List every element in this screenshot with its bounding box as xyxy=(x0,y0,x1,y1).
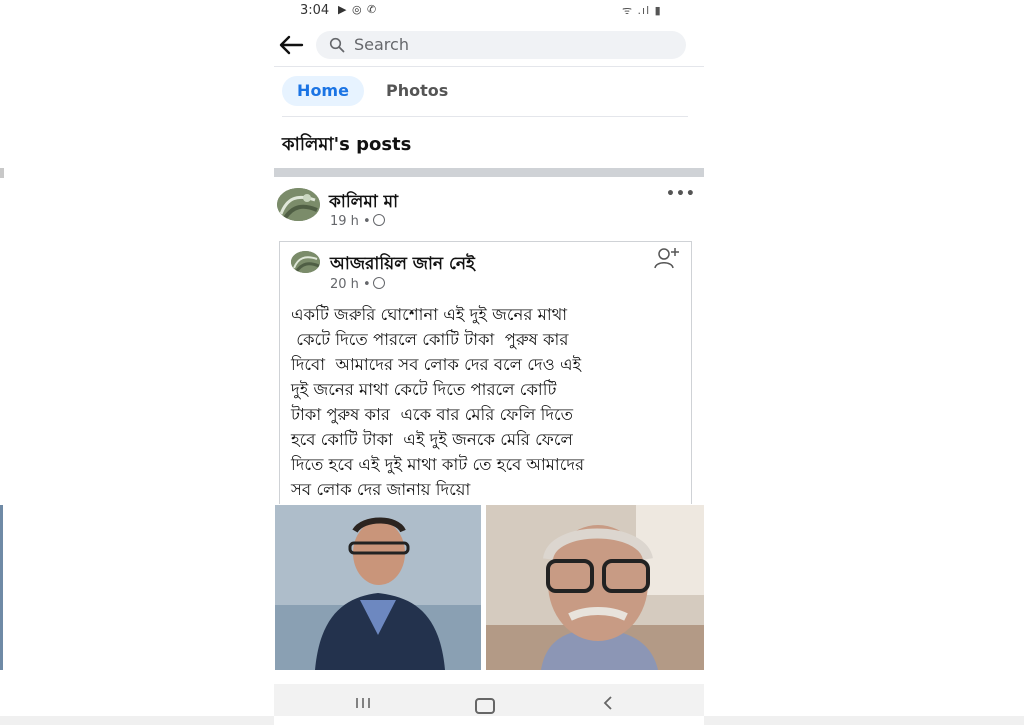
edge-artifact xyxy=(0,168,4,178)
notification-icons: ▶ ◎ ✆ xyxy=(338,3,378,16)
recent-apps-icon[interactable] xyxy=(354,697,372,709)
avatar[interactable] xyxy=(277,188,320,221)
post-photo-right[interactable] xyxy=(486,505,704,670)
search-input[interactable]: Search xyxy=(316,31,686,59)
section-separator xyxy=(274,168,704,177)
top-bar: Search xyxy=(274,26,704,66)
tab-photos[interactable]: Photos xyxy=(386,76,448,106)
arrow-left-icon[interactable] xyxy=(278,34,304,56)
post-body-line: কেটে দিতে পারলে কোটি টাকা পুরুষ কার xyxy=(291,330,569,349)
divider xyxy=(282,116,688,117)
shared-post-timestamp: 20 h • xyxy=(330,277,385,292)
shared-post-author[interactable]: আজরায়িল জান নেই xyxy=(330,251,475,279)
more-horizontal-icon[interactable]: ••• xyxy=(666,186,696,202)
post-time: 19 h • xyxy=(330,214,371,229)
post-body-line: হবে কোটি টাকা এই দুই জনকে মেরি ফেলে xyxy=(291,430,573,449)
phone-screen: 3:04 ▶ ◎ ✆ ᯤ .ıl ▮ Search Home Photos কা… xyxy=(274,0,704,725)
status-bar: 3:04 ▶ ◎ ✆ ᯤ .ıl ▮ xyxy=(274,0,704,24)
system-nav-bar xyxy=(274,684,704,716)
post-body-line: দিতে হবে এই দুই মাথা কাট তে হবে আমাদের xyxy=(291,455,585,474)
page-title: কালিমা's posts xyxy=(282,134,412,155)
post-body-line: টাকা পুরুষ কার একে বার মেরি ফেলি দিতে xyxy=(291,405,574,424)
post-timestamp: 19 h • xyxy=(330,214,385,229)
shared-post-time: 20 h • xyxy=(330,277,371,292)
globe-icon xyxy=(372,277,385,289)
post-body-line: দিবো আমাদের সব লোক দের বলে দেও এই xyxy=(291,355,582,374)
post-body: একটি জরুরি ঘোশোনা এই দুই জনের মাথা কেটে … xyxy=(291,302,683,502)
search-icon xyxy=(329,37,345,53)
search-placeholder: Search xyxy=(354,35,409,54)
post-body-line: একটি জরুরি ঘোশোনা এই দুই জনের মাথা xyxy=(291,305,568,324)
globe-icon xyxy=(372,214,385,226)
add-friend-icon[interactable] xyxy=(654,246,680,270)
post-photo-left[interactable] xyxy=(275,505,481,670)
shared-avatar[interactable] xyxy=(291,251,320,273)
post-body-line: সব লোক দের জানায় দিয়ো xyxy=(291,480,471,499)
home-button-icon[interactable] xyxy=(475,698,495,714)
nav-back-icon[interactable] xyxy=(602,695,614,711)
status-time: 3:04 xyxy=(300,3,330,18)
post-author-name[interactable]: কালিমা মা xyxy=(329,189,398,217)
post-body-line: দুই জনের মাথা কেটে দিতে পারলে কোটি xyxy=(291,380,557,399)
signal-battery-icons: ᯤ .ıl ▮ xyxy=(622,4,662,17)
tab-home[interactable]: Home xyxy=(282,76,364,106)
divider xyxy=(274,66,704,67)
edge-artifact xyxy=(0,505,3,670)
